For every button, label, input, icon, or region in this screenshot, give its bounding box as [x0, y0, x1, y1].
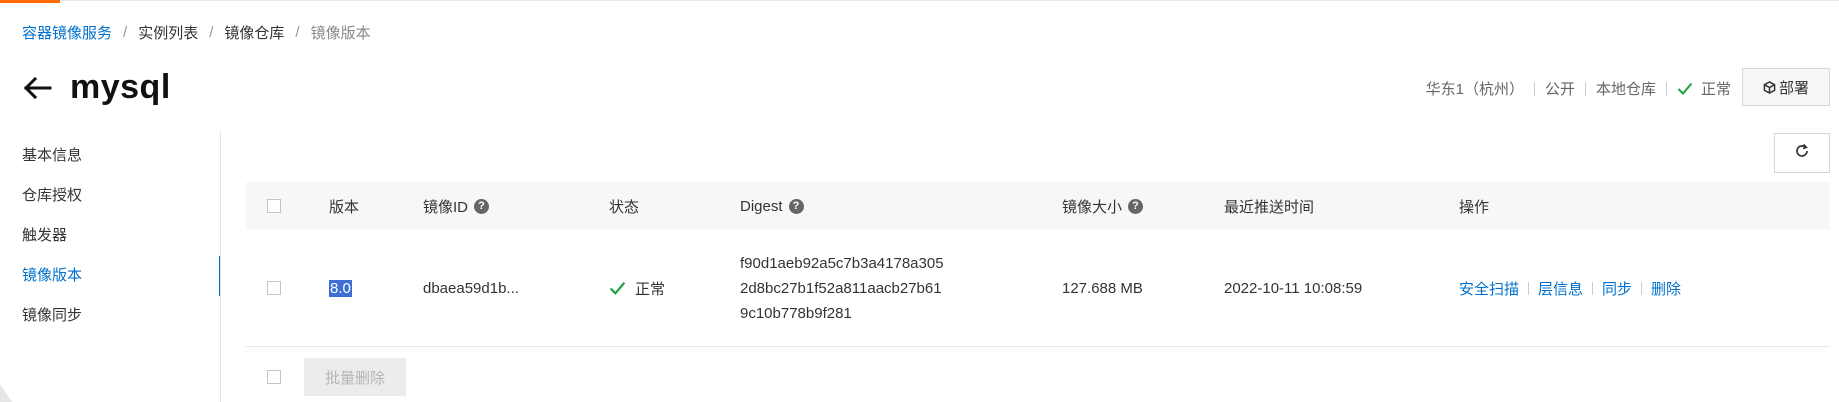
header-cell-size: 镜像大小 ?: [1062, 182, 1144, 230]
refresh-button[interactable]: [1774, 133, 1830, 173]
sidebar-item-basic-info[interactable]: 基本信息: [0, 136, 221, 176]
repo-type-label: 本地仓库: [1595, 81, 1656, 98]
sidebar-item-label: 镜像版本: [22, 267, 83, 284]
digest-line: 2d8bc27b1f52a811aacb27b61: [740, 279, 942, 297]
sidebar-item-repo-auth[interactable]: 仓库授权: [0, 176, 221, 216]
row-cell-status: 正常: [609, 230, 665, 346]
table-header: 版本 镜像ID ? 状态 Digest ? 镜像大小 ? 最近推送时间 操作: [246, 182, 1830, 230]
sidebar-item-triggers[interactable]: 触发器: [0, 216, 221, 256]
row-cell-pushed: 2022-10-11 10:08:59: [1224, 230, 1362, 346]
version-value: 8.0: [329, 279, 352, 297]
divider: [1665, 81, 1667, 96]
table-row: 8.0 dbaea59d1b... 正常 f90d1aeb92a5c7b3a41…: [246, 230, 1830, 347]
divider: [1528, 281, 1530, 295]
batch-delete-label: 批量删除: [324, 369, 385, 387]
pushed-time-value: 2022-10-11 10:08:59: [1224, 279, 1363, 297]
breadcrumb-instance-list[interactable]: 实例列表: [138, 22, 198, 43]
security-scan-link[interactable]: 安全扫描: [1459, 278, 1519, 299]
digest-line: 9c10b778b9f281: [740, 304, 852, 322]
divider: [1533, 81, 1535, 96]
sidebar-item-label: 仓库授权: [22, 187, 83, 204]
check-icon: [609, 281, 626, 295]
header-cell-version: 版本: [329, 182, 359, 230]
breadcrumb-separator: /: [209, 24, 214, 41]
visibility-label: 公开: [1544, 81, 1575, 98]
breadcrumb-separator: /: [295, 24, 300, 41]
page-header: mysql: [20, 68, 171, 107]
header-cell-pushed: 最近推送时间: [1224, 182, 1314, 230]
image-id-value: dbaea59d1b...: [423, 279, 519, 297]
repo-status-label: 正常: [1700, 81, 1731, 98]
check-icon: [1677, 82, 1693, 95]
row-cell-image-id: dbaea59d1b...: [423, 230, 519, 346]
breadcrumb-container-service[interactable]: 容器镜像服务: [22, 22, 112, 43]
column-header-image-id: 镜像ID: [423, 198, 469, 216]
digest-line: f90d1aeb92a5c7b3a4178a305: [740, 254, 944, 272]
sidebar-item-image-versions[interactable]: 镜像版本: [0, 256, 221, 296]
top-border: [0, 0, 1839, 1]
question-circle-icon[interactable]: ?: [788, 198, 804, 214]
divider: [1592, 281, 1594, 295]
sidebar-item-label: 镜像同步: [22, 307, 83, 324]
sidebar-divider: [220, 131, 221, 402]
refresh-icon: [1794, 143, 1810, 164]
deploy-label: 部署: [1778, 79, 1809, 97]
status-value: 正常: [635, 280, 666, 298]
divider: [1584, 81, 1586, 96]
header-cell-image-id: 镜像ID ?: [423, 182, 490, 230]
header-cell-status: 状态: [609, 182, 639, 230]
row-cell-select: [267, 230, 281, 346]
column-header-size: 镜像大小: [1062, 198, 1123, 216]
breadcrumb-current: 镜像版本: [310, 25, 371, 42]
brand-accent-bar: [0, 0, 60, 3]
row-cell-actions: 安全扫描 层信息 同步 删除: [1459, 230, 1681, 346]
sidebar-item-label: 触发器: [22, 227, 68, 244]
sidebar: 基本信息 仓库授权 触发器 镜像版本 镜像同步: [0, 136, 221, 336]
divider: [1641, 281, 1643, 295]
deploy-button[interactable]: 部署: [1742, 68, 1830, 106]
layer-info-link[interactable]: 层信息: [1538, 278, 1583, 299]
page-title: mysql: [70, 68, 171, 106]
breadcrumb-image-repo[interactable]: 镜像仓库: [224, 22, 284, 43]
column-header-pushed-time: 最近推送时间: [1224, 198, 1315, 216]
column-header-digest: Digest: [740, 197, 783, 215]
column-header-status: 状态: [609, 198, 640, 216]
breadcrumb: 容器镜像服务 / 实例列表 / 镜像仓库 / 镜像版本: [22, 22, 371, 43]
footer-select: [267, 370, 281, 384]
sidebar-item-image-sync[interactable]: 镜像同步: [0, 296, 221, 336]
breadcrumb-separator: /: [123, 24, 128, 41]
repo-meta: 华东1（杭州） 公开 本地仓库 正常: [1426, 78, 1731, 99]
question-circle-icon[interactable]: ?: [1128, 198, 1144, 214]
header-cell-digest: Digest ?: [740, 182, 804, 230]
select-all-checkbox[interactable]: [267, 199, 281, 213]
sync-link[interactable]: 同步: [1602, 278, 1632, 299]
region-label: 华东1（杭州）: [1425, 81, 1524, 98]
image-version-table: 版本 镜像ID ? 状态 Digest ? 镜像大小 ? 最近推送时间 操作 8…: [246, 182, 1830, 347]
row-cell-version: 8.0: [329, 230, 352, 346]
header-cell-select: [267, 182, 281, 230]
table-footer: 批量删除: [246, 356, 1830, 402]
batch-delete-button[interactable]: 批量删除: [304, 358, 406, 396]
size-value: 127.688 MB: [1062, 279, 1143, 297]
footer-select-all-checkbox[interactable]: [267, 370, 281, 384]
delete-link[interactable]: 删除: [1651, 278, 1681, 299]
column-header-actions: 操作: [1459, 198, 1490, 216]
corner-decoration: [0, 384, 12, 402]
sidebar-item-label: 基本信息: [22, 147, 83, 164]
row-cell-size: 127.688 MB: [1062, 230, 1143, 346]
question-circle-icon[interactable]: ?: [474, 198, 490, 214]
header-cell-actions: 操作: [1459, 182, 1489, 230]
arrow-left-icon[interactable]: [20, 71, 54, 105]
row-checkbox[interactable]: [267, 281, 281, 295]
cube-icon: [1763, 80, 1776, 94]
column-header-version: 版本: [329, 198, 360, 216]
row-cell-digest: f90d1aeb92a5c7b3a4178a305 2d8bc27b1f52a8…: [740, 230, 944, 346]
